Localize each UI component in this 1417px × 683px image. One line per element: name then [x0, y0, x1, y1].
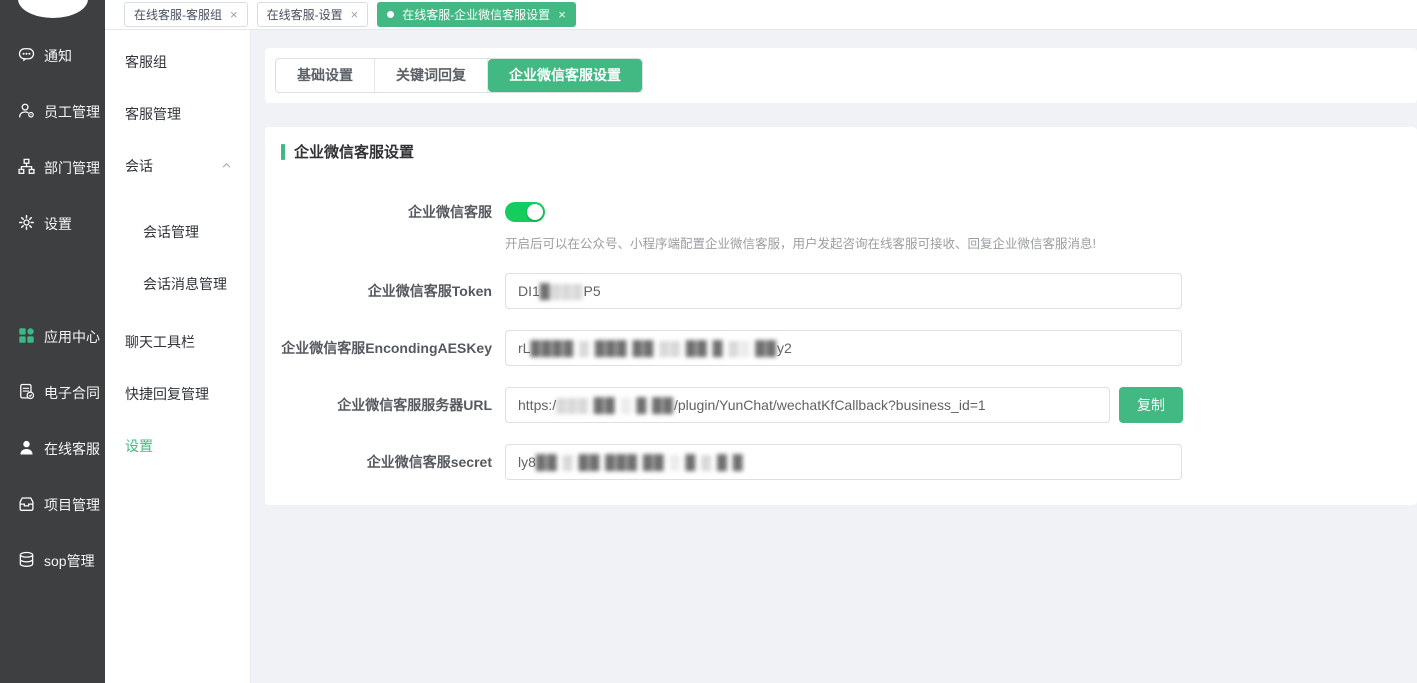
main-content: 基础设置 关键词回复 企业微信客服设置 企业微信客服设置 企业微信客服 开启后可…: [251, 30, 1417, 683]
sidebar-item-label: 项目管理: [44, 495, 100, 515]
secret-input[interactable]: ly8██ ▒ ██ ███ ██ ░ █ ▒ █ █: [505, 444, 1182, 480]
close-tab-icon[interactable]: ×: [230, 8, 238, 21]
active-tab-dot-icon: [387, 11, 394, 18]
submenu-item-service-groups[interactable]: 客服组: [105, 36, 250, 88]
settings-tab-group: 基础设置 关键词回复 企业微信客服设置: [275, 58, 643, 93]
sidebar-item-notifications[interactable]: 通知: [0, 28, 105, 84]
aeskey-label: 企业微信客服EncondingAESKey: [265, 330, 505, 366]
aeskey-input[interactable]: rL ████ ▒ ███ ██ ▒▒ ██ █ ▒░ ██y2: [505, 330, 1182, 366]
close-tab-icon[interactable]: ×: [558, 8, 566, 21]
org-tree-icon: [18, 158, 35, 178]
session-tab-wechat-kf-settings[interactable]: 在线客服-企业微信客服设置 ×: [377, 2, 576, 27]
submenu-item-settings[interactable]: 设置: [105, 420, 250, 472]
sidebar-item-label: sop管理: [44, 551, 95, 571]
redacted-value: █▒▒▒: [540, 283, 584, 299]
sidebar-item-label: 电子合同: [44, 383, 100, 403]
token-row: 企业微信客服Token DI1 █▒▒▒ P5: [265, 273, 1417, 309]
sidebar-item-sop[interactable]: sop管理: [0, 533, 105, 589]
value-prefix: ly8: [518, 454, 536, 470]
token-label: 企业微信客服Token: [265, 273, 505, 309]
secondary-sidebar: 客服组 客服管理 会话 会话管理 会话消息管理 聊天工具栏 快捷回复管理 设置: [105, 30, 251, 683]
server-url-input[interactable]: https:/ ▒▒▒ ██ ░ █ ██ /plugin/YunChat/we…: [505, 387, 1110, 423]
app-grid-icon: [18, 327, 35, 347]
submenu-label: 聊天工具栏: [125, 332, 195, 352]
sidebar-item-label: 部门管理: [44, 158, 100, 178]
submenu-label: 会话消息管理: [143, 274, 227, 294]
contract-icon: [18, 383, 35, 403]
session-tab-shezhi[interactable]: 在线客服-设置 ×: [257, 2, 369, 27]
secret-row: 企业微信客服secret ly8██ ▒ ██ ███ ██ ░ █ ▒ █ █: [265, 444, 1417, 480]
session-tab-label: 在线客服-设置: [267, 6, 343, 23]
submenu-label: 设置: [125, 436, 153, 456]
toggle-knob: [527, 204, 543, 220]
database-icon: [18, 551, 35, 571]
sidebar-item-projects[interactable]: 项目管理: [0, 477, 105, 533]
sidebar-item-employees[interactable]: 员工管理: [0, 84, 105, 140]
tab-wechat-kf-settings[interactable]: 企业微信客服设置: [488, 59, 642, 92]
redacted-value: ▒▒▒ ██ ░ █ ██: [556, 397, 674, 413]
sidebar-item-online-service[interactable]: 在线客服: [0, 421, 105, 477]
server-url-row: 企业微信客服服务器URL https:/ ▒▒▒ ██ ░ █ ██ /plug…: [265, 387, 1417, 423]
value-suffix: /plugin/YunChat/wechatKfCallback?busines…: [674, 397, 986, 413]
toggle-label: 企业微信客服: [265, 202, 505, 252]
value-suffix: P5: [583, 283, 600, 299]
value-suffix: y2: [777, 340, 792, 356]
value-prefix: DI1: [518, 283, 540, 299]
toggle-hint-text: 开启后可以在公众号、小程序端配置企业微信客服，用户发起咨询在线客服可接收、回复企…: [505, 233, 1096, 252]
submenu-item-sessions[interactable]: 会话: [105, 140, 250, 192]
value-prefix: https:/: [518, 397, 556, 413]
sidebar-item-label: 应用中心: [44, 327, 100, 347]
secret-label: 企业微信客服secret: [265, 444, 505, 480]
submenu-item-session-management[interactable]: 会话管理: [105, 206, 250, 258]
section-title: 企业微信客服设置: [294, 141, 414, 162]
submenu-label: 会话管理: [143, 222, 199, 242]
session-tab-label: 在线客服-客服组: [134, 6, 222, 23]
person-icon: [18, 439, 35, 459]
toggle-row: 企业微信客服 开启后可以在公众号、小程序端配置企业微信客服，用户发起咨询在线客服…: [265, 202, 1417, 252]
sidebar-item-e-contract[interactable]: 电子合同: [0, 365, 105, 421]
sidebar-item-app-center[interactable]: 应用中心: [0, 309, 105, 365]
tray-icon: [18, 495, 35, 515]
copy-url-button[interactable]: 复制: [1119, 387, 1183, 423]
redacted-value: ████ ▒ ███ ██ ▒▒ ██ █ ▒░ ██: [530, 340, 777, 356]
sidebar-item-label: 通知: [44, 46, 72, 66]
submenu-item-service-management[interactable]: 客服管理: [105, 88, 250, 140]
submenu-label: 快捷回复管理: [125, 384, 209, 404]
session-tab-kefuzu[interactable]: 在线客服-客服组 ×: [124, 2, 248, 27]
primary-sidebar: 通知 员工管理 部门管理 设置 应用中心: [0, 0, 105, 683]
token-input[interactable]: DI1 █▒▒▒ P5: [505, 273, 1182, 309]
tabs-toolbar: 基础设置 关键词回复 企业微信客服设置: [265, 48, 1417, 103]
sidebar-item-label: 在线客服: [44, 439, 100, 459]
redacted-value: ██ ▒ ██ ███ ██ ░ █ ▒ █ █: [536, 454, 744, 470]
server-url-label: 企业微信客服服务器URL: [265, 387, 505, 423]
sidebar-item-label: 设置: [44, 214, 72, 234]
submenu-label: 客服管理: [125, 104, 181, 124]
chat-bubble-icon: [18, 46, 35, 66]
app-logo: [18, 0, 88, 18]
aeskey-row: 企业微信客服EncondingAESKey rL ████ ▒ ███ ██ ▒…: [265, 330, 1417, 366]
wechat-kf-toggle[interactable]: [505, 202, 545, 222]
gear-icon: [18, 214, 35, 234]
sidebar-item-label: 员工管理: [44, 102, 100, 122]
chevron-up-icon[interactable]: [221, 158, 232, 174]
close-tab-icon[interactable]: ×: [351, 8, 359, 21]
submenu-item-quick-reply[interactable]: 快捷回复管理: [105, 368, 250, 420]
submenu-label: 客服组: [125, 52, 167, 72]
employee-icon: [18, 102, 35, 122]
sidebar-item-departments[interactable]: 部门管理: [0, 140, 105, 196]
sidebar-item-settings[interactable]: 设置: [0, 196, 105, 252]
tab-basic-settings[interactable]: 基础设置: [276, 59, 375, 92]
session-tabbar: 在线客服-客服组 × 在线客服-设置 × 在线客服-企业微信客服设置 ×: [105, 0, 1417, 30]
session-tab-label: 在线客服-企业微信客服设置: [402, 6, 550, 23]
wechat-kf-settings-card: 企业微信客服设置 企业微信客服 开启后可以在公众号、小程序端配置企业微信客服，用…: [265, 127, 1417, 505]
submenu-item-session-message-management[interactable]: 会话消息管理: [105, 258, 250, 310]
value-prefix: rL: [518, 340, 530, 356]
submenu-label: 会话: [125, 156, 153, 176]
tab-keyword-reply[interactable]: 关键词回复: [375, 59, 488, 92]
section-accent-bar: [281, 144, 285, 160]
submenu-item-chat-toolbar[interactable]: 聊天工具栏: [105, 316, 250, 368]
